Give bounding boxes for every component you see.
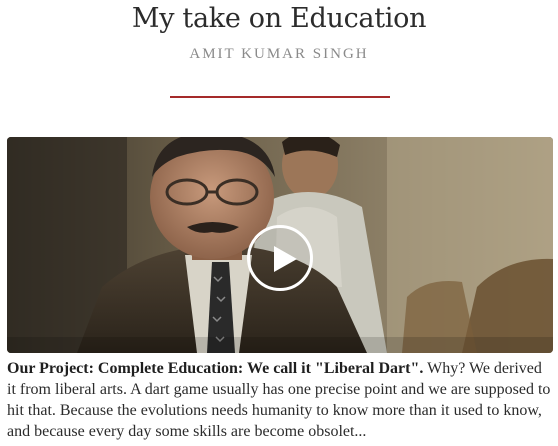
author-name: AMIT KUMAR SINGH bbox=[189, 46, 369, 62]
excerpt-lead: Our Project: Complete Education: We call… bbox=[7, 360, 424, 377]
post-excerpt: Our Project: Complete Education: We call… bbox=[7, 358, 553, 442]
play-button[interactable] bbox=[247, 225, 313, 291]
video-thumbnail[interactable] bbox=[7, 137, 553, 353]
title-divider bbox=[170, 96, 390, 98]
play-icon bbox=[274, 246, 297, 272]
post-title: My take on Education bbox=[131, 3, 427, 34]
